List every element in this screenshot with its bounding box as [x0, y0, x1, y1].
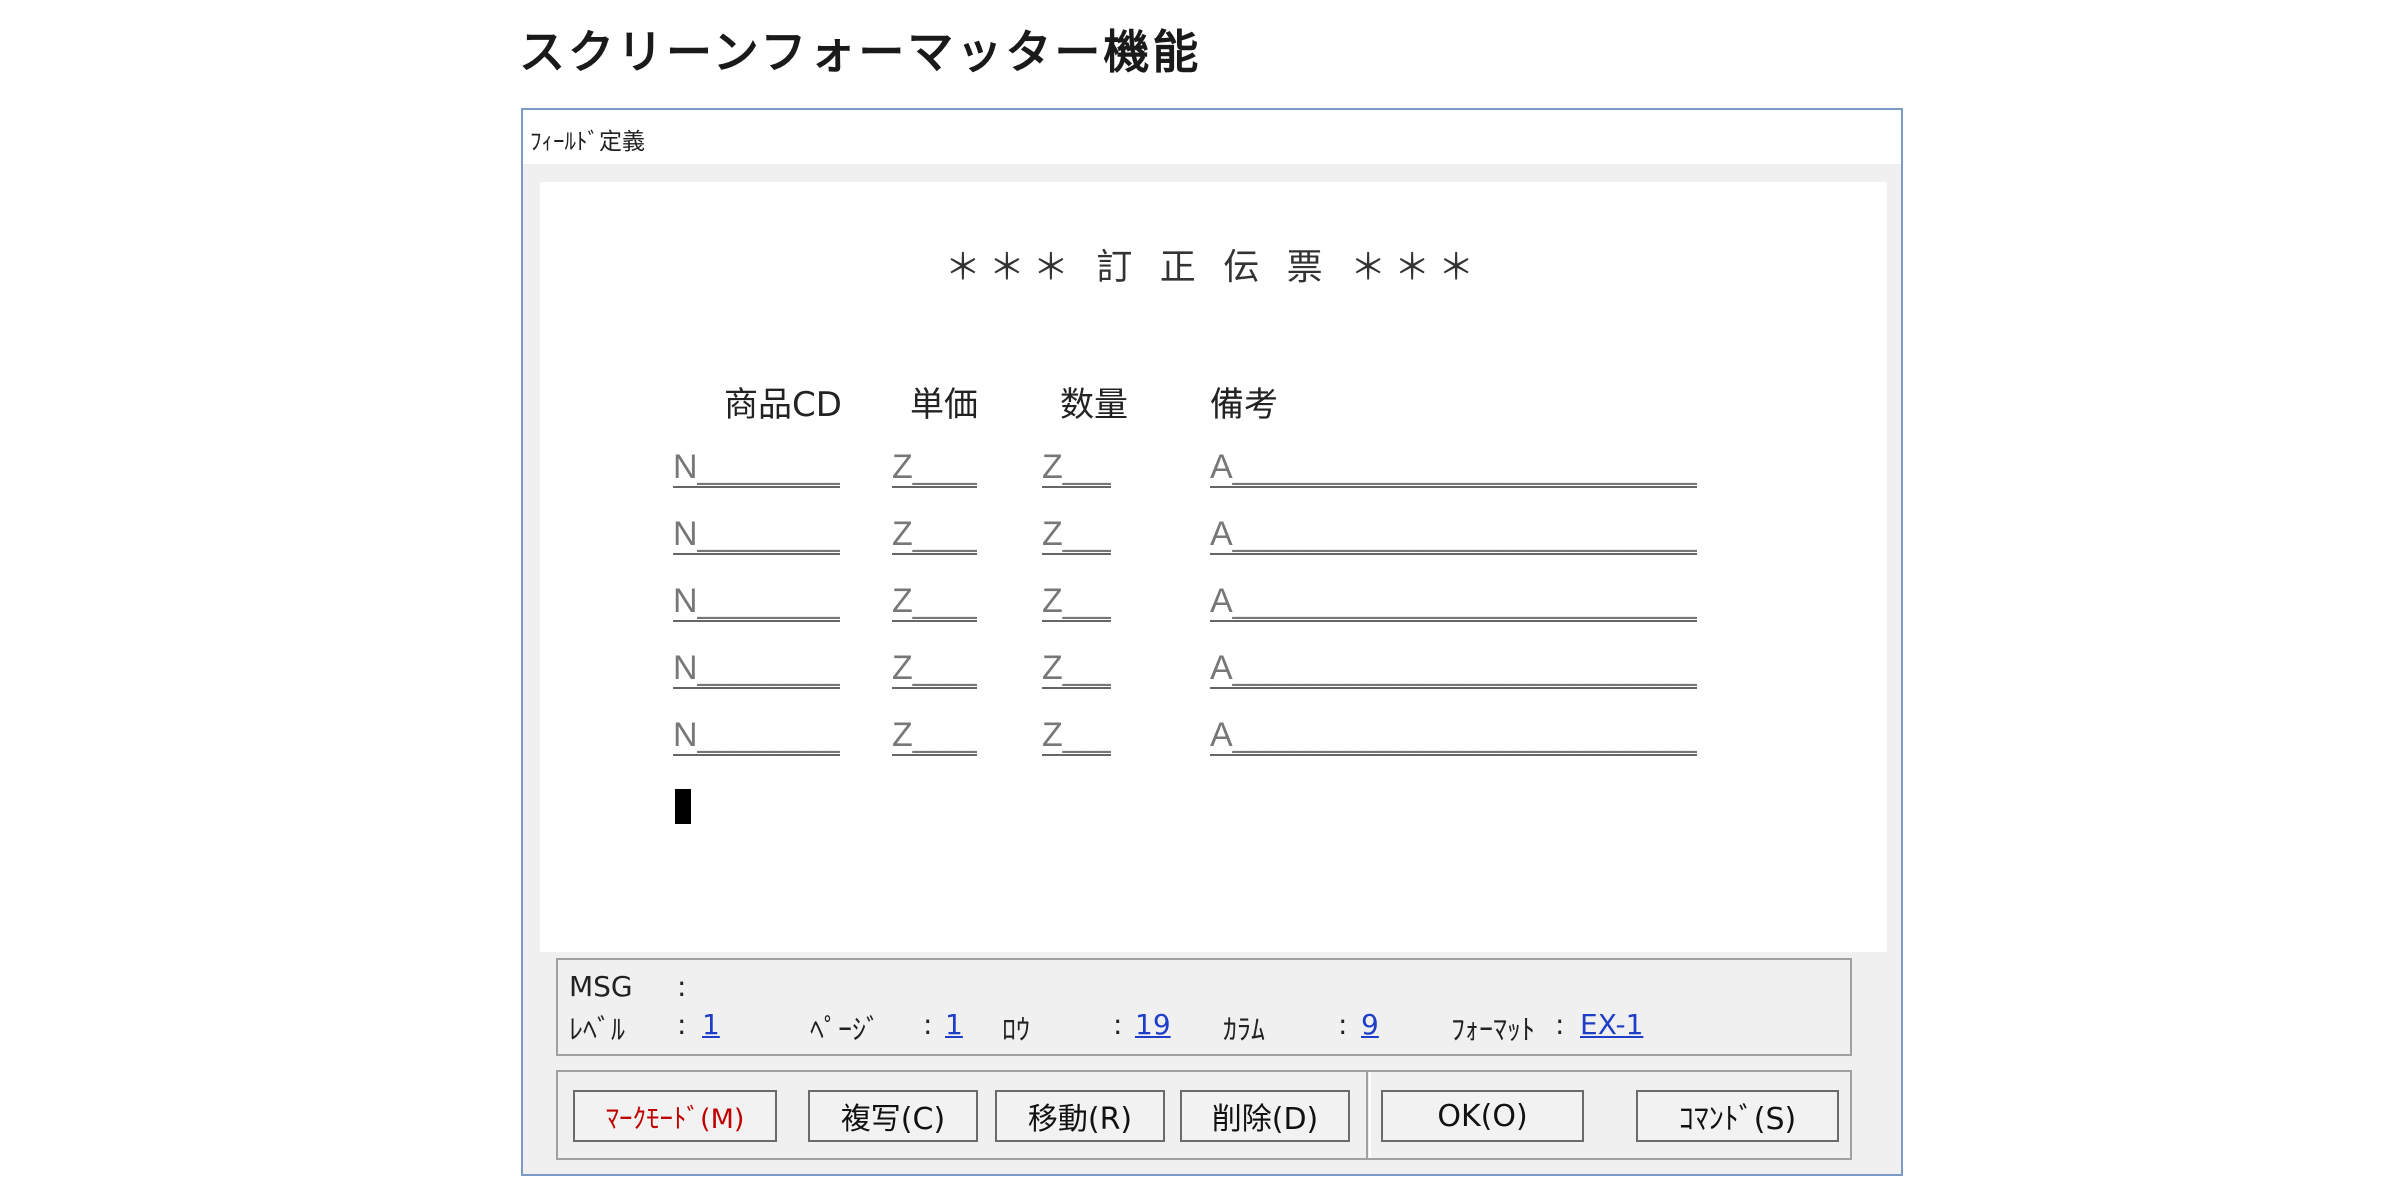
level-value[interactable]: 1: [702, 1008, 720, 1041]
row-label: ﾛｳ: [1002, 1013, 1031, 1046]
field-remarks[interactable]: A_____________________________: [1210, 515, 1697, 555]
button-panel: ﾏｰｸﾓｰﾄﾞ(M) 複写(C) 移動(R) 削除(D) OK(O) ｺﾏﾝﾄﾞ…: [556, 1070, 1852, 1160]
field-quantity[interactable]: Z___: [1042, 515, 1111, 555]
copy-button[interactable]: 複写(C): [808, 1090, 978, 1142]
msg-separator: :: [677, 970, 687, 1003]
format-label: ﾌｫｰﾏｯﾄ: [1451, 1013, 1536, 1046]
level-label: ﾚﾍﾞﾙ: [569, 1013, 626, 1046]
window-titlebar: ﾌｨｰﾙﾄﾞ定義: [523, 110, 1901, 164]
row-separator: :: [1113, 1008, 1123, 1041]
page-heading: スクリーンフォーマッター機能: [519, 25, 1202, 79]
field-remarks[interactable]: A_____________________________: [1210, 448, 1697, 488]
field-quantity[interactable]: Z___: [1042, 448, 1111, 488]
column-value[interactable]: 9: [1361, 1008, 1379, 1041]
field-row: N_________ Z____ Z___ A_________________…: [540, 582, 1887, 622]
button-divider: [1366, 1072, 1368, 1158]
mark-mode-button[interactable]: ﾏｰｸﾓｰﾄﾞ(M): [573, 1090, 777, 1142]
field-definition-window: ﾌｨｰﾙﾄﾞ定義 ＊＊＊ 訂 正 伝 票 ＊＊＊ 商品CD 単価 数量 備考 N…: [521, 108, 1903, 1176]
field-unit-price[interactable]: Z____: [892, 649, 977, 689]
format-value[interactable]: EX-1: [1580, 1008, 1815, 1041]
command-button[interactable]: ｺﾏﾝﾄﾞ(S): [1636, 1090, 1839, 1142]
column-header-product-cd: 商品CD: [724, 385, 842, 425]
move-button[interactable]: 移動(R): [995, 1090, 1165, 1142]
column-header-quantity: 数量: [1060, 385, 1128, 425]
msg-label: MSG: [569, 970, 633, 1003]
field-product-cd[interactable]: N_________: [673, 716, 840, 756]
field-product-cd[interactable]: N_________: [673, 515, 840, 555]
field-row: N_________ Z____ Z___ A_________________…: [540, 448, 1887, 488]
field-remarks[interactable]: A_____________________________: [1210, 716, 1697, 756]
text-cursor: [675, 789, 691, 824]
field-product-cd[interactable]: N_________: [673, 448, 840, 488]
page-separator: :: [923, 1008, 933, 1041]
field-remarks[interactable]: A_____________________________: [1210, 582, 1697, 622]
window-title: ﾌｨｰﾙﾄﾞ定義: [530, 129, 645, 155]
field-unit-price[interactable]: Z____: [892, 515, 977, 555]
field-remarks[interactable]: A_____________________________: [1210, 649, 1697, 689]
level-separator: :: [677, 1008, 687, 1041]
status-panel: MSG : ﾚﾍﾞﾙ : 1 ﾍﾟｰｼﾞ : 1 ﾛｳ : 19 ｶﾗﾑ : 9…: [556, 958, 1852, 1056]
field-quantity[interactable]: Z___: [1042, 716, 1111, 756]
column-header-unit-price: 単価: [910, 385, 978, 425]
field-unit-price[interactable]: Z____: [892, 448, 977, 488]
field-product-cd[interactable]: N_________: [673, 649, 840, 689]
delete-button[interactable]: 削除(D): [1180, 1090, 1350, 1142]
column-header-remarks: 備考: [1210, 385, 1278, 425]
field-unit-price[interactable]: Z____: [892, 716, 977, 756]
screen-design-canvas[interactable]: ＊＊＊ 訂 正 伝 票 ＊＊＊ 商品CD 単価 数量 備考 N_________…: [540, 182, 1887, 952]
field-unit-price[interactable]: Z____: [892, 582, 977, 622]
ok-button[interactable]: OK(O): [1381, 1090, 1584, 1142]
button-divider-highlight: [1369, 1072, 1371, 1158]
column-label: ｶﾗﾑ: [1223, 1013, 1266, 1046]
page-value[interactable]: 1: [945, 1008, 963, 1041]
field-quantity[interactable]: Z___: [1042, 582, 1111, 622]
format-separator: :: [1555, 1008, 1565, 1041]
field-row: N_________ Z____ Z___ A_________________…: [540, 515, 1887, 555]
screen-title: ＊＊＊ 訂 正 伝 票 ＊＊＊: [944, 247, 1483, 288]
row-value[interactable]: 19: [1135, 1008, 1171, 1041]
field-product-cd[interactable]: N_________: [673, 582, 840, 622]
column-separator: :: [1338, 1008, 1348, 1041]
field-quantity[interactable]: Z___: [1042, 649, 1111, 689]
field-row: N_________ Z____ Z___ A_________________…: [540, 649, 1887, 689]
page-label: ﾍﾟｰｼﾞ: [810, 1013, 881, 1046]
field-row: N_________ Z____ Z___ A_________________…: [540, 716, 1887, 756]
